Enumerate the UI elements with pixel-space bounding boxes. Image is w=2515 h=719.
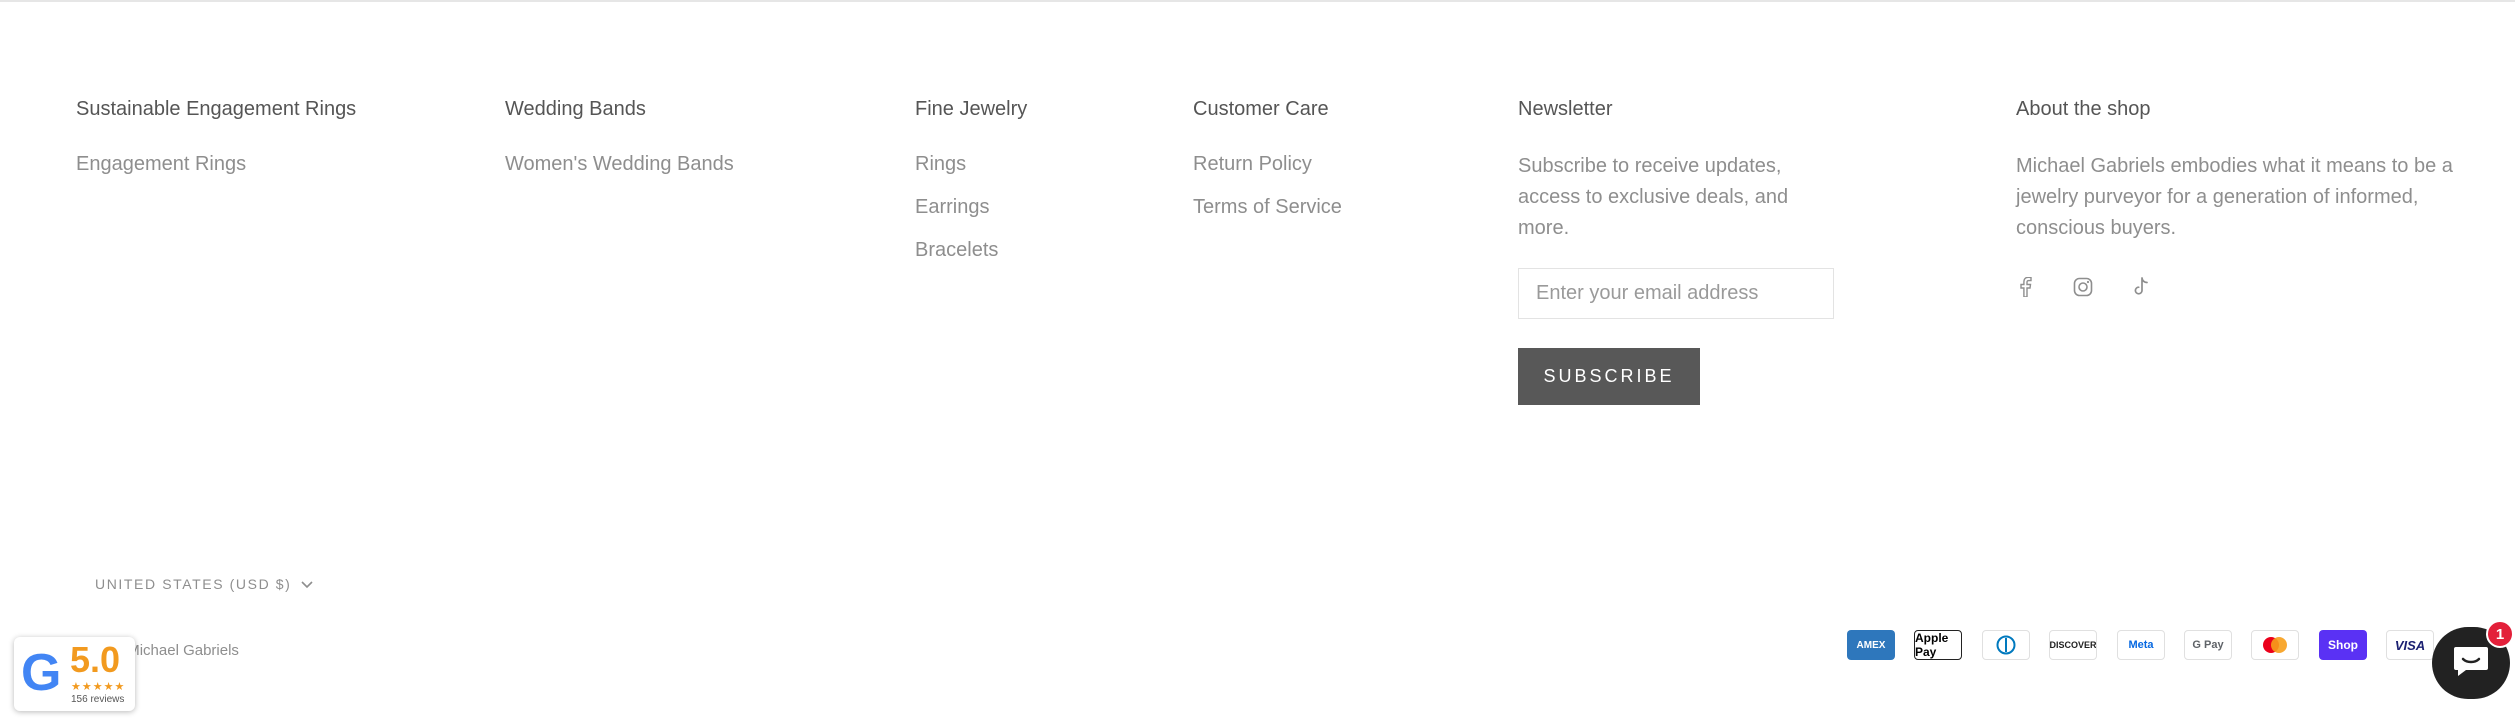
google-reviews-badge[interactable]: G 5.0 ★★★★★ 156 reviews <box>14 637 135 711</box>
mastercard-icon <box>2251 630 2299 660</box>
review-count: 156 reviews <box>71 694 125 705</box>
google-pay-icon: G Pay <box>2184 630 2232 660</box>
link-womens-wedding-bands[interactable]: Women's Wedding Bands <box>505 153 734 176</box>
amex-icon: AMEX <box>1847 630 1895 660</box>
link-bracelets[interactable]: Bracelets <box>915 239 998 262</box>
column-title: Sustainable Engagement Rings <box>76 98 357 120</box>
chat-bubble-icon <box>2452 644 2490 683</box>
subscribe-button[interactable]: SUBSCRIBE <box>1518 348 1700 405</box>
apple-pay-icon: Apple Pay <box>1914 630 1962 660</box>
chevron-down-icon <box>301 576 314 592</box>
email-input[interactable] <box>1518 268 1834 319</box>
visa-icon: VISA <box>2386 630 2434 660</box>
link-rings[interactable]: Rings <box>915 153 966 176</box>
google-g-icon: G <box>21 644 62 702</box>
about-text: Michael Gabriels embodies what it means … <box>2016 155 2453 239</box>
country-selector[interactable]: UNITED STATES (USD $) <box>95 576 314 592</box>
top-divider <box>0 0 2515 2</box>
newsletter-title: Newsletter <box>1518 98 1613 120</box>
discover-icon: DISCOVER <box>2049 630 2097 660</box>
about-title: About the shop <box>2016 98 2151 120</box>
diners-club-icon <box>1982 630 2030 660</box>
rating-stars: ★★★★★ <box>71 681 126 693</box>
tiktok-icon[interactable] <box>2126 272 2156 302</box>
link-earrings[interactable]: Earrings <box>915 196 989 219</box>
chat-notification-badge: 1 <box>2486 620 2514 648</box>
column-title: Wedding Bands <box>505 98 646 120</box>
link-return-policy[interactable]: Return Policy <box>1193 153 1312 176</box>
link-terms-of-service[interactable]: Terms of Service <box>1193 196 1342 219</box>
instagram-icon[interactable] <box>2068 272 2098 302</box>
column-title: Fine Jewelry <box>915 98 1028 120</box>
meta-pay-icon: Meta <box>2117 630 2165 660</box>
rating-score: 5.0 <box>70 639 121 680</box>
column-title: Customer Care <box>1193 98 1329 120</box>
newsletter-text: Subscribe to receive updates, access to … <box>1518 155 1789 239</box>
facebook-icon[interactable] <box>2010 272 2040 302</box>
shop-pay-icon: Shop <box>2319 630 2367 660</box>
link-engagement-rings[interactable]: Engagement Rings <box>76 153 246 176</box>
country-selector-label: UNITED STATES (USD $) <box>95 576 292 592</box>
